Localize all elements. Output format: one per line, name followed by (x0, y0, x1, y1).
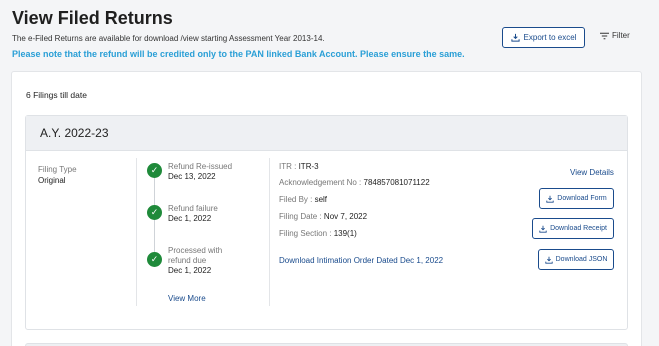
page-title: View Filed Returns (12, 8, 173, 28)
filing-date-row: Filing Date : Nov 7, 2022 (279, 212, 367, 221)
filing-block: A.Y. 2022-23 Filing Type Original ✓ Refu… (25, 115, 628, 330)
download-icon (544, 256, 553, 264)
view-details-link[interactable]: View Details (570, 168, 614, 177)
filing-type-label: Filing Type (38, 165, 77, 174)
timeline-status: Refund failure (168, 204, 218, 213)
check-icon: ✓ (147, 163, 162, 178)
ack-label: Acknowledgement No : (279, 178, 362, 187)
download-icon (510, 33, 520, 42)
check-icon: ✓ (147, 205, 162, 220)
download-form-label: Download Form (557, 195, 607, 202)
download-form-button[interactable]: Download Form (539, 188, 614, 209)
download-intimation-link[interactable]: Download Intimation Order Dated Dec 1, 2… (279, 256, 443, 265)
ack-row: Acknowledgement No : 784857081071122 (279, 178, 430, 187)
timeline-date: Dec 1, 2022 (168, 214, 212, 223)
refund-note: Please note that the refund will be cred… (12, 49, 465, 59)
filing-date-label: Filing Date : (279, 212, 322, 221)
download-icon (546, 195, 554, 203)
filed-by-label: Filed By : (279, 195, 313, 204)
timeline-status: Refund Re-issued (168, 162, 233, 171)
check-icon: ✓ (147, 252, 162, 267)
filed-by-row: Filed By : self (279, 195, 327, 204)
availability-info: The e-Filed Returns are available for do… (12, 34, 325, 43)
ack-value: 784857081071122 (363, 178, 430, 187)
download-icon (539, 225, 547, 233)
timeline-date: Dec 1, 2022 (168, 266, 212, 275)
filter-icon (600, 32, 609, 40)
view-more-link[interactable]: View More (168, 294, 206, 303)
timeline-text: Refund failure Dec 1, 2022 (168, 204, 268, 224)
filed-by-value: self (314, 195, 328, 204)
filings-count: 6 Filings till date (26, 90, 87, 100)
filings-card: 6 Filings till date A.Y. 2022-23 Filing … (11, 71, 642, 346)
export-excel-label: Export to excel (523, 33, 577, 42)
filing-type: Filing Type Original (38, 165, 77, 185)
assessment-year-header: A.Y. 2022-23 (26, 116, 627, 151)
column-divider (136, 158, 137, 306)
download-json-label: Download JSON (555, 256, 608, 263)
timeline-text: Processed with refund due Dec 1, 2022 (168, 246, 234, 276)
itr-value: ITR-3 (298, 162, 319, 171)
download-receipt-button[interactable]: Download Receipt (532, 218, 614, 239)
filter-button[interactable]: Filter (600, 31, 630, 40)
filing-section-label: Filing Section : (279, 229, 332, 238)
itr-label: ITR : (279, 162, 297, 171)
filing-date-value: Nov 7, 2022 (323, 212, 368, 221)
timeline-status: Processed with refund due (168, 246, 223, 265)
column-divider (269, 158, 270, 306)
timeline-date: Dec 13, 2022 (168, 172, 216, 181)
filing-section-value: 139(1) (333, 229, 357, 238)
download-json-button[interactable]: Download JSON (538, 249, 614, 270)
itr-row: ITR : ITR-3 (279, 162, 319, 171)
download-receipt-label: Download Receipt (550, 225, 607, 232)
filter-label: Filter (612, 31, 630, 40)
filing-section-row: Filing Section : 139(1) (279, 229, 357, 238)
export-excel-button[interactable]: Export to excel (502, 27, 585, 48)
filing-type-value: Original (38, 176, 66, 185)
timeline-text: Refund Re-issued Dec 13, 2022 (168, 162, 268, 182)
